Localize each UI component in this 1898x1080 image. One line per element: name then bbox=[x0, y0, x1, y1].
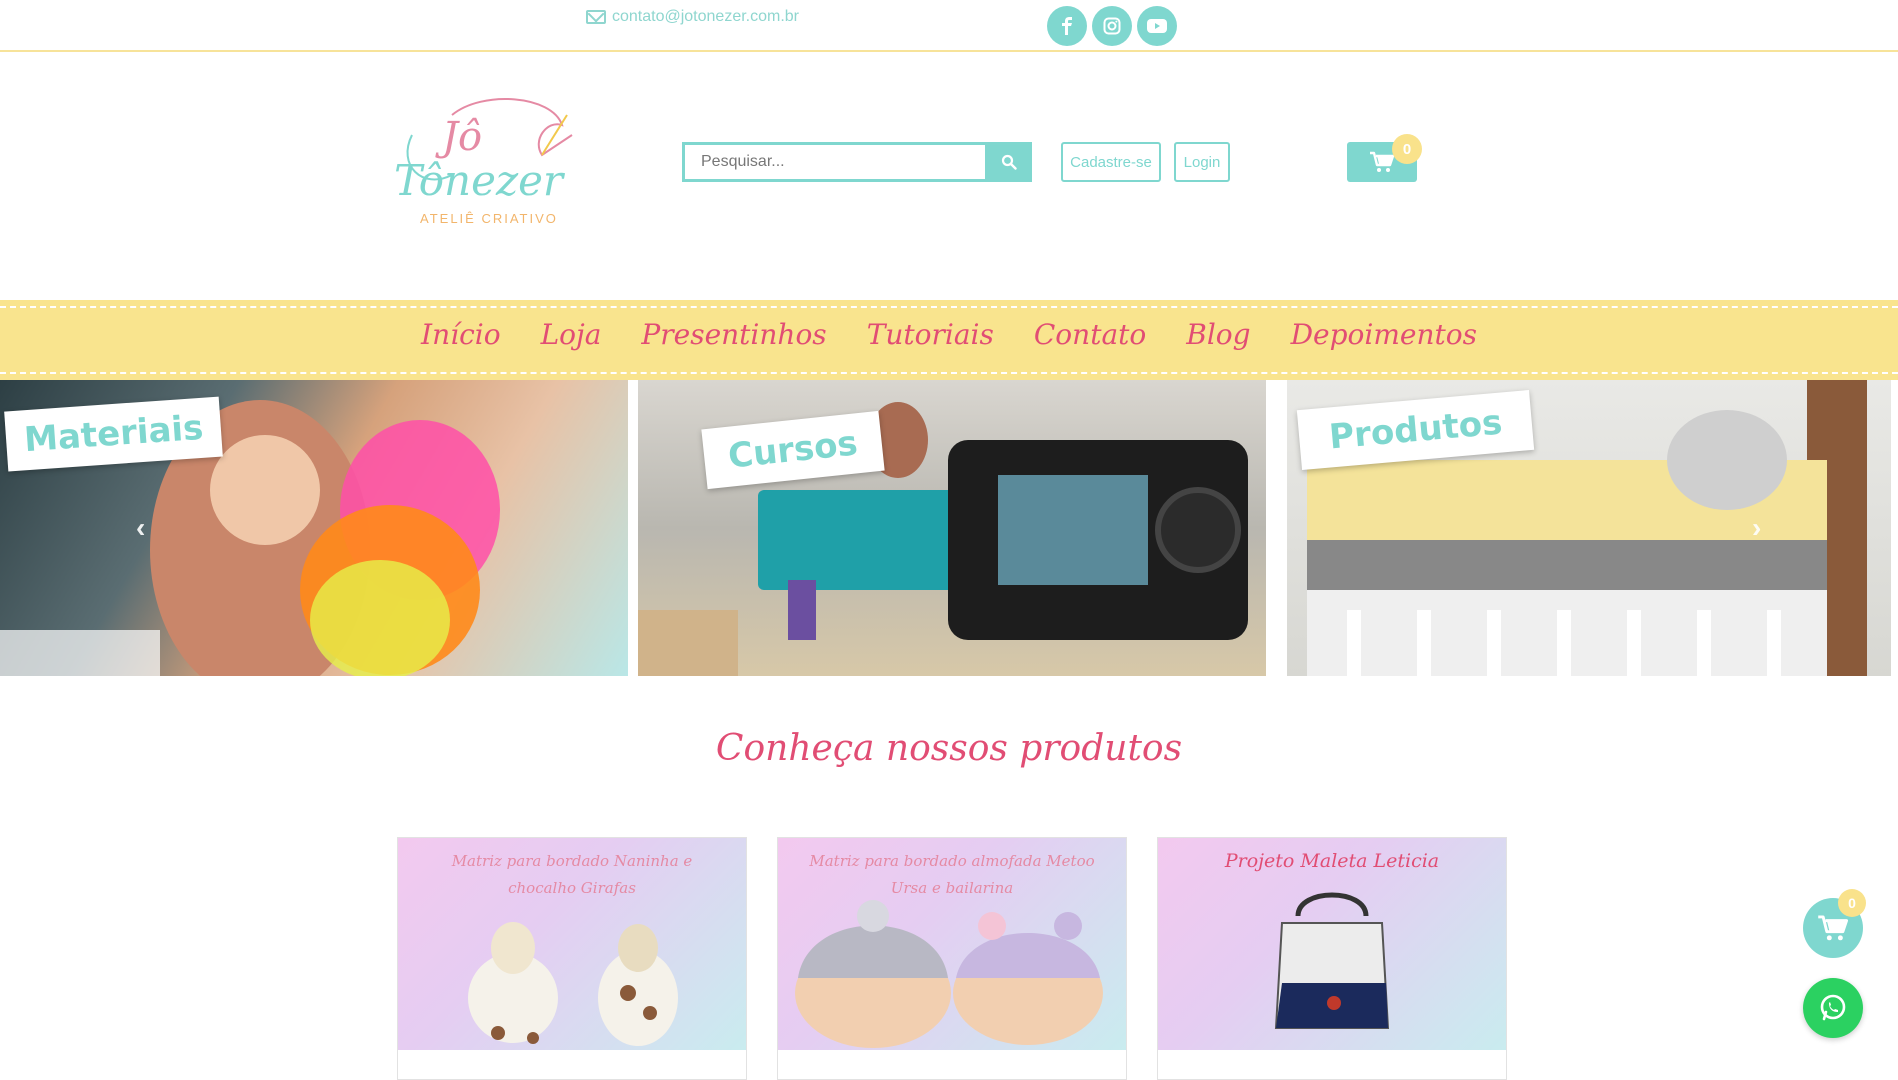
nav-item-loja[interactable]: Loja bbox=[541, 318, 602, 351]
section-title: Conheça nossos produtos bbox=[715, 728, 1183, 769]
youtube-icon bbox=[1147, 19, 1167, 33]
instagram-icon bbox=[1103, 17, 1121, 35]
product-card[interactable]: Matriz para bordado Naninha e chocalho G… bbox=[397, 837, 747, 1080]
login-button[interactable]: Login bbox=[1174, 142, 1230, 182]
envelope-icon bbox=[586, 10, 606, 24]
register-button[interactable]: Cadastre-se bbox=[1061, 142, 1161, 182]
logo-subtitle: ATELIÊ CRIATIVO bbox=[420, 211, 558, 226]
whatsapp-icon bbox=[1820, 994, 1846, 1021]
logo-line1: Jô bbox=[435, 114, 482, 160]
product-image[interactable]: Projeto Maleta Leticia bbox=[1158, 838, 1506, 1050]
site-logo[interactable]: Jô Tônezer ATELIÊ CRIATIVO bbox=[392, 95, 578, 235]
nav-item-tutoriais[interactable]: Tutoriais bbox=[867, 318, 994, 351]
instagram-button[interactable] bbox=[1092, 6, 1132, 46]
banner-produtos[interactable]: Produtos bbox=[1287, 380, 1891, 676]
product-image-giraffes bbox=[468, 922, 678, 1046]
contact-email[interactable]: contato@jotonezer.com.br bbox=[586, 8, 799, 26]
logo-line2: Tônezer bbox=[394, 156, 566, 205]
banner-materiais[interactable]: Materiais bbox=[0, 380, 628, 676]
product-card[interactable]: Projeto Maleta Leticia bbox=[1157, 837, 1507, 1080]
main-nav: Início Loja Presentinhos Tutoriais Conta… bbox=[0, 300, 1898, 380]
search-form bbox=[682, 142, 1032, 182]
nav-item-inicio[interactable]: Início bbox=[421, 318, 501, 351]
contact-email-text[interactable]: contato@jotonezer.com.br bbox=[612, 8, 799, 26]
product-image-pillows bbox=[795, 900, 1103, 1048]
whatsapp-button[interactable] bbox=[1803, 978, 1863, 1038]
banner-cursos-image bbox=[638, 402, 1248, 676]
cart-icon bbox=[1818, 915, 1849, 941]
cart-count-badge: 0 bbox=[1392, 134, 1422, 164]
cart-icon bbox=[1370, 151, 1395, 172]
carousel-next-button[interactable]: › bbox=[1752, 512, 1761, 544]
nav-item-depoimentos[interactable]: Depoimentos bbox=[1291, 318, 1477, 351]
top-bar: contato@jotonezer.com.br bbox=[0, 0, 1898, 52]
logo-graphic: Jô Tônezer ATELIÊ CRIATIVO bbox=[394, 98, 573, 226]
facebook-icon bbox=[1062, 17, 1072, 35]
search-input[interactable] bbox=[682, 142, 985, 182]
floating-cart-count-badge: 0 bbox=[1838, 889, 1866, 917]
youtube-button[interactable] bbox=[1137, 6, 1177, 46]
nav-item-contato[interactable]: Contato bbox=[1034, 318, 1146, 351]
carousel-prev-button[interactable]: ‹ bbox=[136, 512, 145, 544]
search-icon bbox=[1001, 154, 1017, 170]
facebook-button[interactable] bbox=[1047, 6, 1087, 46]
search-button[interactable] bbox=[985, 142, 1032, 182]
nav-item-presentinhos[interactable]: Presentinhos bbox=[641, 318, 826, 351]
product-image[interactable]: Matriz para bordado almofada Metoo Ursa … bbox=[778, 838, 1126, 1050]
product-image[interactable]: Matriz para bordado Naninha e chocalho G… bbox=[398, 838, 746, 1050]
product-image-bag bbox=[1274, 892, 1390, 1029]
nav-item-blog[interactable]: Blog bbox=[1186, 318, 1250, 351]
product-card[interactable]: Matriz para bordado almofada Metoo Ursa … bbox=[777, 837, 1127, 1080]
banner-cursos[interactable]: Cursos bbox=[638, 380, 1266, 676]
